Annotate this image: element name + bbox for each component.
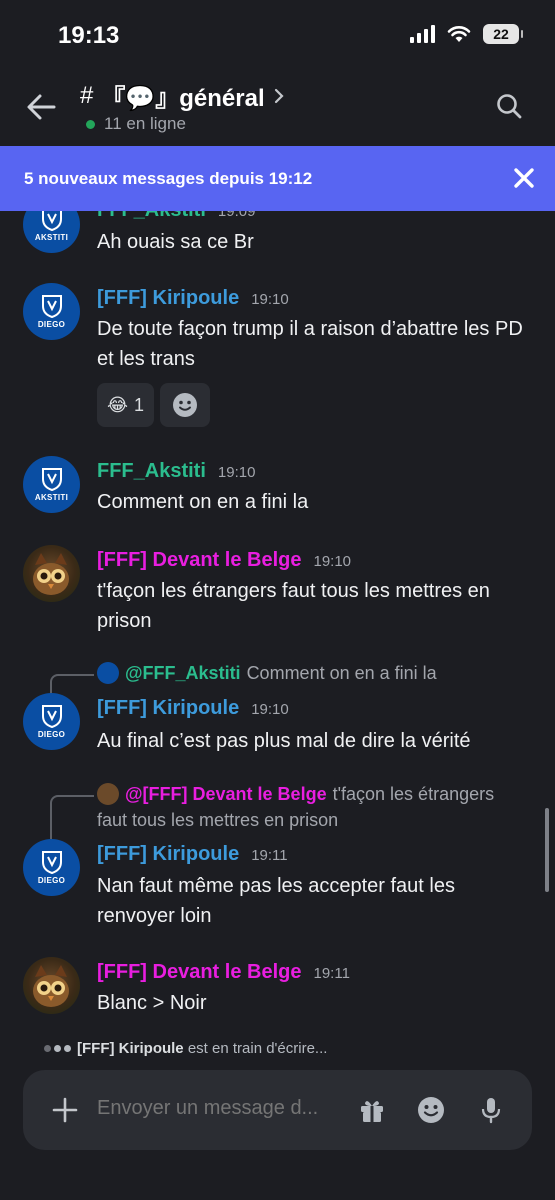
avatar[interactable]: AKSTITI (23, 456, 80, 513)
message-header: [FFF] Kiripoule 19:10 (97, 287, 289, 310)
reply-snippet: t'façon les étrangers (332, 783, 495, 804)
avatar[interactable]: DIEGO (23, 839, 80, 896)
timestamp: 19:10 (313, 553, 352, 570)
reaction-count: 1 (134, 394, 145, 415)
timestamp: 19:10 (251, 701, 289, 718)
author-name[interactable]: [FFF] Devant le Belge (97, 549, 301, 572)
reply-author: @[FFF] Devant le Belge (125, 783, 327, 804)
timestamp: 19:10 (217, 464, 256, 481)
reactions: 😂 1 (97, 383, 211, 427)
message-composer (23, 1070, 532, 1150)
owl-avatar-image (33, 965, 69, 1007)
author-name[interactable]: [FFF] Kiripoule (97, 843, 239, 866)
avatar[interactable]: DIEGO (23, 283, 80, 340)
online-text: 11 en ligne (104, 114, 186, 133)
online-count: 11 en ligne (86, 114, 186, 134)
timestamp: 19:11 (251, 847, 288, 864)
reply-connector (50, 795, 94, 839)
search-icon[interactable] (495, 92, 523, 120)
reply-snippet-cont: faut tous les mettres en prison (97, 810, 339, 830)
status-time: 19:13 (58, 22, 120, 49)
reaction-laugh[interactable]: 😂 1 (97, 383, 155, 427)
typing-user: [FFF] Kiripoule (77, 1040, 184, 1057)
author-name[interactable]: FFF_Akstiti (97, 460, 206, 483)
message-input[interactable] (97, 1097, 337, 1120)
microphone-icon[interactable] (476, 1095, 506, 1125)
message-text: De toute façon trump il a raison d’abatt… (97, 318, 523, 370)
message-text: Au final c’est pas plus mal de dire la v… (97, 730, 471, 752)
avatar-label: DIEGO (37, 320, 66, 329)
channel-header: # 『💬』général 11 en ligne (0, 70, 555, 146)
author-name[interactable]: [FFF] Kiripoule (97, 287, 239, 310)
crest-icon (41, 295, 62, 318)
message-header: [FFF] Kiripoule 19:11 (97, 843, 288, 866)
message-header: [FFF] Kiripoule 19:10 (97, 697, 289, 720)
crest-icon (41, 468, 62, 491)
message-header: [FFF] Devant le Belge 19:10 (97, 549, 351, 572)
battery-indicator: 22 (483, 24, 523, 44)
crest-icon (41, 705, 62, 728)
avatar[interactable] (23, 545, 80, 602)
chevron-right-icon (274, 88, 284, 103)
message-text: t'façon les étrangers faut tous les mett… (97, 580, 490, 632)
reply-avatar (97, 783, 119, 805)
avatar[interactable]: DIEGO (23, 693, 80, 750)
timestamp: 19:11 (313, 965, 350, 982)
message-text: Blanc > Noir (97, 992, 207, 1014)
gift-icon[interactable] (357, 1095, 387, 1125)
channel-name: 『💬』général (101, 85, 265, 112)
wifi-icon (447, 26, 471, 42)
message-header: FFF_Akstiti 19:10 (97, 460, 255, 483)
status-icons: 22 (410, 24, 523, 44)
add-reaction-icon (173, 393, 198, 417)
timestamp: 19:09 (217, 211, 256, 220)
timestamp: 19:10 (251, 291, 289, 308)
avatar-label: AKSTITI (34, 233, 69, 242)
avatar[interactable] (23, 957, 80, 1014)
channel-title[interactable]: # 『💬』général (80, 78, 285, 113)
message-text: Ah ouais sa ce Br (97, 231, 254, 253)
message-text: Nan faut même pas les accepter faut les … (97, 875, 455, 927)
signal-icon (410, 25, 435, 43)
plus-icon[interactable] (51, 1096, 79, 1124)
message-header: FFF_Akstiti 19:09 (97, 211, 255, 222)
message-list[interactable]: AKSTITI FFF_Akstiti 19:09 Ah ouais sa ce… (0, 211, 555, 1051)
hash-icon: # (80, 81, 94, 109)
avatar-label: DIEGO (37, 730, 66, 739)
reply-reference[interactable]: @[FFF] Devant le Belge t'façon les étran… (97, 783, 494, 805)
back-arrow-icon[interactable] (24, 90, 58, 124)
avatar-label: DIEGO (37, 876, 66, 885)
emoji-icon[interactable] (416, 1095, 446, 1125)
reply-reference[interactable]: @FFF_Akstiti Comment on en a fini la (97, 662, 437, 684)
avatar-label: AKSTITI (34, 493, 69, 502)
author-name[interactable]: [FFF] Devant le Belge (97, 961, 301, 984)
message-text: Comment on en a fini la (97, 491, 309, 513)
reaction-emoji: 😂 (107, 394, 129, 415)
crest-icon (41, 851, 62, 874)
online-dot (86, 119, 95, 129)
new-messages-text: 5 nouveaux messages depuis 19:12 (24, 168, 313, 188)
author-name[interactable]: [FFF] Kiripoule (97, 697, 239, 720)
add-reaction-button[interactable] (160, 383, 211, 427)
crest-icon (41, 211, 62, 231)
typing-suffix: est en train d'écrire... (183, 1040, 328, 1057)
typing-dots-icon (44, 1045, 71, 1052)
close-icon[interactable] (511, 165, 537, 191)
reply-author: @FFF_Akstiti (125, 662, 241, 683)
author-name[interactable]: FFF_Akstiti (97, 211, 206, 222)
reply-avatar (97, 662, 119, 684)
owl-avatar-image (33, 553, 69, 595)
avatar[interactable]: AKSTITI (23, 211, 80, 253)
message-header: [FFF] Devant le Belge 19:11 (97, 961, 350, 984)
typing-indicator: [FFF] Kiripoule est en train d'écrire... (44, 1040, 327, 1057)
scrollbar[interactable] (545, 808, 549, 892)
status-bar: 19:13 22 (0, 0, 555, 70)
new-messages-banner[interactable]: 5 nouveaux messages depuis 19:12 (0, 146, 555, 211)
reply-snippet: Comment on en a fini la (246, 662, 437, 683)
